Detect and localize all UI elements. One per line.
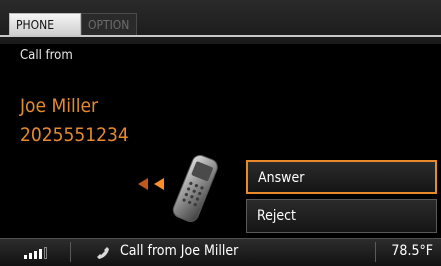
status-divider xyxy=(375,242,376,262)
incoming-arrow-icon xyxy=(154,178,164,190)
tab-bar: PHONE OPTION xyxy=(0,0,441,44)
reject-button[interactable]: Reject xyxy=(246,199,437,233)
call-header: Call from xyxy=(20,48,73,63)
signal-strength-icon xyxy=(24,246,54,259)
handset-icon xyxy=(97,247,109,259)
answer-button[interactable]: Answer xyxy=(246,160,437,194)
outside-temperature: 78.5°F xyxy=(391,243,433,259)
incoming-arrow-icon xyxy=(138,178,148,190)
tab-option[interactable]: OPTION xyxy=(81,13,137,35)
phone-call-screen: PHONE OPTION Call from Joe Miller 202555… xyxy=(0,0,441,266)
tab-phone[interactable]: PHONE xyxy=(9,13,81,35)
caller-number: 2025551234 xyxy=(20,124,129,146)
caller-name: Joe Miller xyxy=(20,95,98,117)
status-divider xyxy=(70,242,71,262)
status-message: Call from Joe Miller xyxy=(120,243,239,259)
mobile-phone-icon xyxy=(172,154,218,223)
tab-divider xyxy=(0,35,441,37)
status-bar: Call from Joe Miller 78.5°F xyxy=(0,238,441,266)
